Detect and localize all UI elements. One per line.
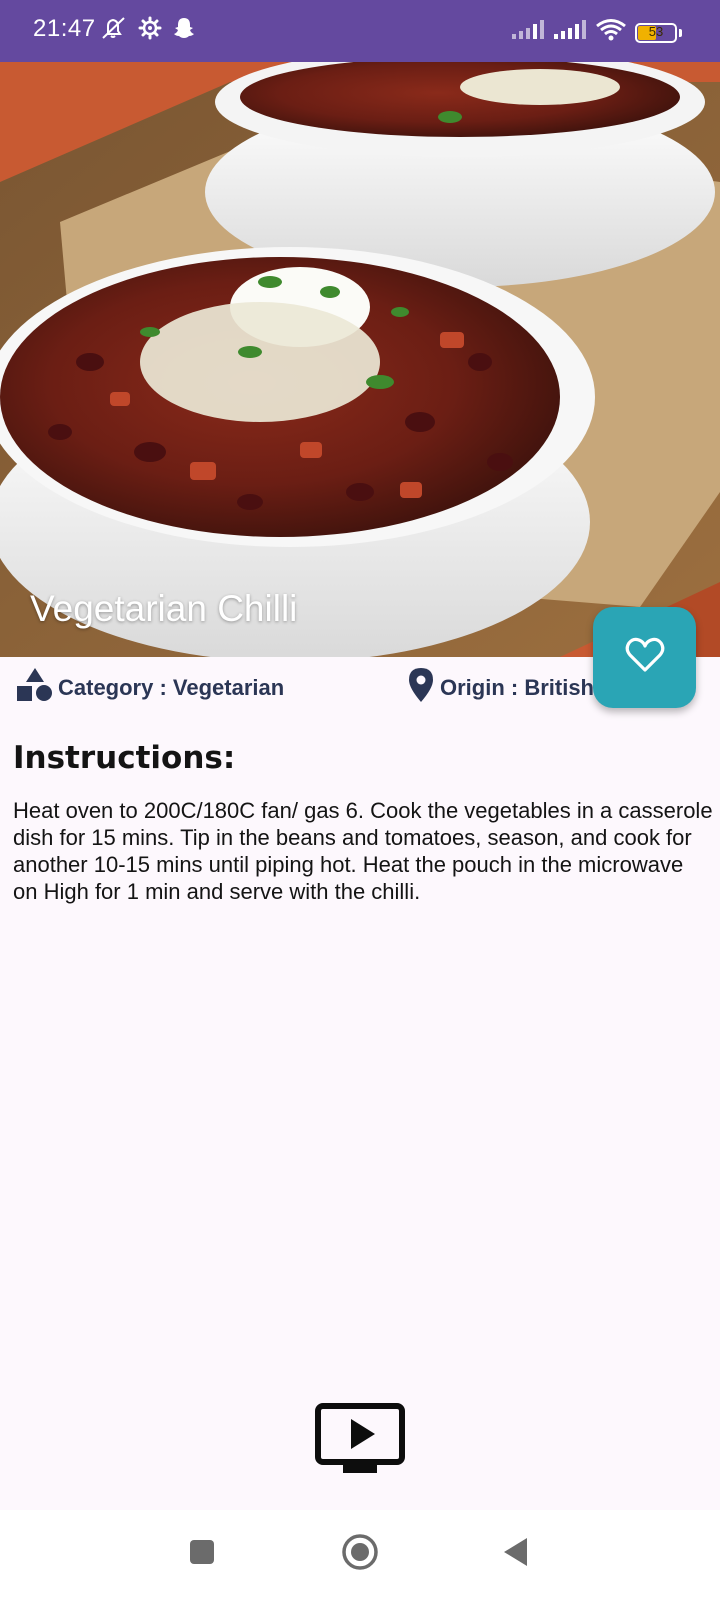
circle-icon — [341, 1533, 379, 1576]
status-time: 21:47 — [33, 15, 96, 42]
location-pin-icon — [406, 666, 436, 710]
signal-icon — [553, 19, 587, 46]
category-label: Category : Vegetarian — [58, 675, 285, 700]
battery-icon: 53 — [635, 22, 677, 43]
system-nav-bar — [0, 1510, 720, 1600]
instructions-text: Heat oven to 200C/180C fan/ gas 6. Cook … — [13, 798, 713, 904]
origin-label: Origin : British — [440, 675, 594, 700]
mute-icon — [100, 16, 128, 45]
square-icon — [188, 1538, 216, 1571]
recipe-photo — [0, 62, 720, 657]
snapchat-icon — [172, 16, 196, 45]
shapes-icon — [16, 666, 54, 710]
status-icons-right: 53 — [511, 18, 682, 47]
battery-level: 53 — [648, 23, 664, 39]
recipe-image: Vegetarian Chilli — [0, 62, 720, 657]
status-bar: 21:47 53 — [0, 0, 720, 62]
wifi-icon — [595, 18, 627, 47]
instructions-heading: Instructions: — [13, 740, 236, 776]
battery-tip — [679, 28, 682, 37]
home-button[interactable] — [338, 1532, 382, 1576]
watch-video-button[interactable] — [315, 1403, 405, 1475]
video-play-icon — [315, 1403, 405, 1479]
recipe-title: Vegetarian Chilli — [30, 588, 298, 629]
back-triangle-icon — [501, 1536, 531, 1573]
settings-icon — [138, 16, 162, 45]
category-info: Category : Vegetarian — [16, 666, 284, 710]
status-icons-left — [100, 16, 196, 45]
recents-button[interactable] — [180, 1532, 224, 1576]
origin-info: Origin : British — [406, 666, 594, 710]
recipe-meta: Category : Vegetarian Origin : British — [0, 666, 720, 712]
back-button[interactable] — [494, 1532, 538, 1576]
signal-icon — [511, 19, 545, 46]
